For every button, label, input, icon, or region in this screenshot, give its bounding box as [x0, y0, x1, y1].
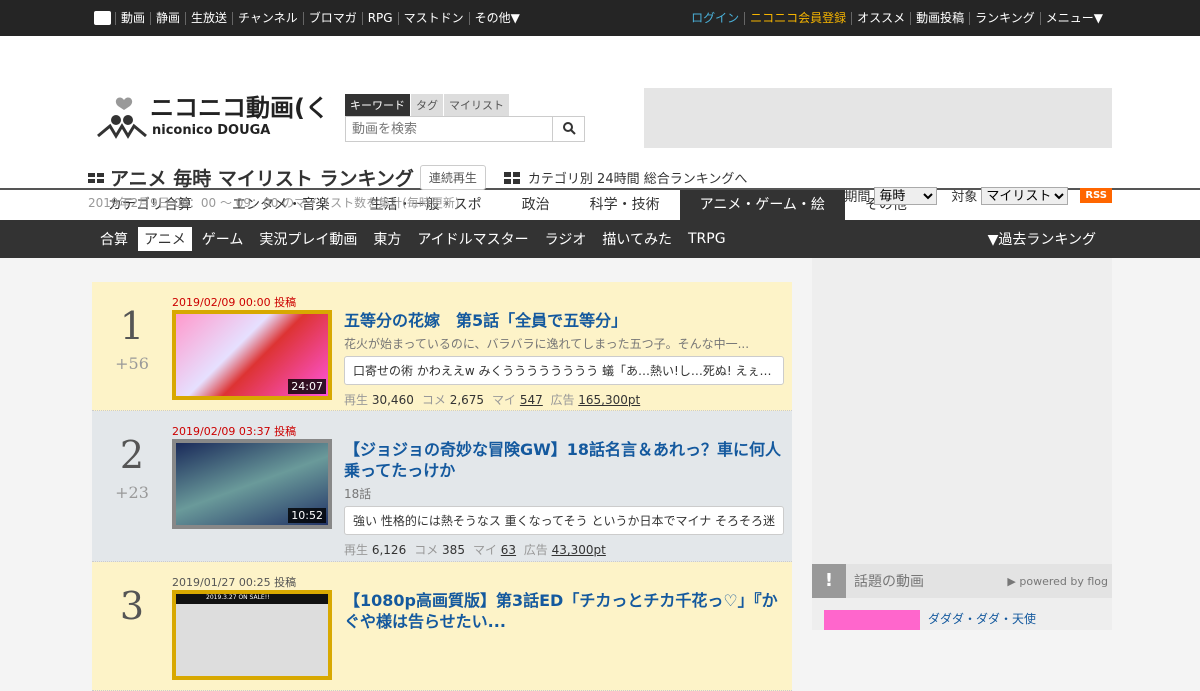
range-text: 08：00 ～ 09：00 のマイリスト数を集計(毎時更新)	[169, 196, 460, 210]
rank-number: 2	[119, 433, 145, 477]
rank-delta: +56	[115, 354, 149, 373]
ranking-item: 2 +23 2019/02/09 03:37 投稿 10:52 【ジョジョの奇妙…	[92, 411, 792, 562]
nav-channel[interactable]: チャンネル	[232, 11, 303, 25]
niconico-logo[interactable]: ニコニコ動画(く) niconico DOUGA	[96, 92, 340, 140]
video-thumbnail[interactable]: 2019.3.27 ON SALE!!	[172, 590, 332, 680]
target-select[interactable]: マイリスト	[981, 186, 1069, 205]
niconico-tv-icon[interactable]	[94, 11, 111, 25]
mylist-count-link[interactable]: 547	[520, 393, 543, 407]
trending-thumbnail[interactable]	[824, 610, 920, 630]
nav-mastodon[interactable]: マストドン	[397, 11, 469, 25]
trending-title: 話題の動画	[854, 574, 924, 590]
trending-videos-header: ! 話題の動画 ▶ powered by flog	[812, 564, 1112, 598]
category-ranking-link[interactable]: カテゴリ別 24時間 総合ランキングへ	[528, 168, 747, 187]
subnav-all[interactable]: 合算	[94, 227, 134, 251]
continuous-play-button[interactable]: 連続再生	[419, 165, 486, 190]
posted-date: 2019/02/09 00:00 投稿	[172, 296, 297, 309]
nav-live[interactable]: 生放送	[185, 11, 232, 25]
video-title[interactable]: 五等分の花嫁 第5話「全員で五等分」	[344, 310, 784, 331]
nav-seiga[interactable]: 静画	[150, 11, 185, 25]
nav-other[interactable]: その他▼	[468, 11, 525, 25]
search-icon	[562, 121, 576, 135]
target-label: 対象	[951, 190, 978, 205]
tab-science[interactable]: 科学・技術	[570, 190, 680, 220]
latest-comments: 強い 性格的には熱そうなス 重くなってそう というか日本でマイナ そろそろ迷	[344, 506, 784, 535]
search-tab-keyword[interactable]: キーワード	[345, 94, 410, 116]
top-bar: 動画 静画 生放送 チャンネル ブロマガ RPG マストドン その他▼ ログイン…	[0, 0, 1200, 36]
svg-text:niconico DOUGA: niconico DOUGA	[152, 123, 270, 138]
video-stats: 再生 6,126 コメ 385 マイ 63 広告 43,300pt	[344, 543, 606, 557]
duration: 10:52	[288, 508, 326, 523]
ad-banner	[644, 88, 1112, 148]
search-tab-mylist[interactable]: マイリスト	[444, 94, 509, 116]
video-thumbnail[interactable]: 10:52	[172, 439, 332, 529]
login-link[interactable]: ログイン	[686, 11, 744, 25]
latest-comments: 口寄せの術 かわええw みくうううううううう 蟻「あ…熱い!し…死ぬ! えぇ…	[344, 356, 784, 385]
nav-rpg[interactable]: RPG	[361, 11, 398, 25]
nav-recommend[interactable]: オススメ	[851, 11, 910, 25]
trending-item[interactable]: ダダダ・ダダ・天使	[824, 610, 1036, 630]
search-tab-tag[interactable]: タグ	[411, 94, 443, 116]
subnav-radio[interactable]: ラジオ	[539, 227, 593, 251]
ranking-list-icon	[88, 172, 104, 183]
powered-by-flog-link[interactable]: ▶ powered by flog	[1007, 575, 1108, 588]
exclamation-icon: !	[812, 564, 846, 598]
search-area: キーワード タグ マイリスト	[345, 94, 585, 142]
posted-date: 2019/02/09 03:37 投稿	[172, 425, 297, 438]
nav-douga[interactable]: 動画	[115, 11, 150, 25]
ad-points-link[interactable]: 165,300pt	[578, 393, 640, 407]
video-description: 18話	[344, 487, 372, 501]
sub-category-nav: 合算 アニメ ゲーム 実況プレイ動画 東方 アイドルマスター ラジオ 描いてみた…	[0, 220, 1200, 258]
subnav-touhou[interactable]: 東方	[367, 227, 407, 251]
subnav-imas[interactable]: アイドルマスター	[411, 227, 534, 251]
video-title[interactable]: 【ジョジョの奇妙な冒険GW】18話名言＆あれっ？車に何人乗ってたっけか	[344, 439, 784, 481]
register-link[interactable]: ニコニコ会員登録	[744, 11, 851, 25]
period-select[interactable]: 毎時	[874, 186, 938, 205]
nav-ranking[interactable]: ランキング	[969, 11, 1040, 25]
search-button[interactable]	[552, 117, 584, 141]
mylist-count-link[interactable]: 63	[501, 543, 516, 557]
date-link[interactable]: 2019年2月9日	[88, 196, 170, 210]
grid-icon	[503, 171, 520, 184]
duration: 24:07	[288, 379, 326, 394]
rank-number: 3	[119, 584, 145, 628]
rank-delta: +23	[115, 483, 149, 502]
rank-number: 1	[119, 304, 145, 348]
nav-upload[interactable]: 動画投稿	[910, 11, 969, 25]
video-description: 花火が始まっているのに、バラバラに逸れてしまった五つ子。そんな中一...	[344, 337, 750, 351]
header: ニコニコ動画(く) niconico DOUGA キーワード タグ マイリスト …	[0, 36, 1200, 210]
period-label: 期間	[844, 190, 871, 205]
thumbnail-text: 2019.3.27 ON SALE!!	[206, 594, 270, 601]
video-stats: 再生 30,460 コメ 2,675 マイ 547 広告 165,300pt	[344, 393, 641, 407]
search-input[interactable]	[346, 117, 552, 141]
video-thumbnail[interactable]: 24:07	[172, 310, 332, 400]
subnav-drawing[interactable]: 描いてみた	[596, 227, 678, 251]
posted-date: 2019/01/27 00:25 投稿	[172, 576, 297, 589]
tab-anime-game[interactable]: アニメ・ゲーム・絵	[679, 190, 845, 220]
subnav-anime[interactable]: アニメ	[138, 227, 192, 251]
ranking-item: 1 +56 2019/02/09 00:00 投稿 24:07 五等分の花嫁 第…	[92, 282, 792, 411]
subnav-lets-play[interactable]: 実況プレイ動画	[253, 227, 363, 251]
svg-text:ニコニコ動画(く): ニコニコ動画(く)	[150, 94, 331, 122]
page-title: アニメ 毎時 マイリスト ランキング	[110, 168, 414, 190]
rss-button[interactable]: RSS	[1080, 188, 1112, 203]
subnav-trpg[interactable]: TRPG	[682, 229, 732, 249]
trending-item-title[interactable]: ダダダ・ダダ・天使	[928, 610, 1036, 630]
nav-blomaga[interactable]: ブロマガ	[302, 11, 362, 25]
ranking-item: 3 2019/01/27 00:25 投稿 2019.3.27 ON SALE!…	[92, 562, 792, 691]
nav-menu[interactable]: メニュー▼	[1039, 11, 1108, 25]
subnav-game[interactable]: ゲーム	[196, 227, 250, 251]
past-ranking-link[interactable]: ▼過去ランキング	[982, 227, 1102, 251]
tab-politics[interactable]: 政治	[502, 190, 570, 220]
ad-points-link[interactable]: 43,300pt	[552, 543, 606, 557]
video-title[interactable]: 【1080p高画質版】第3話ED「チカっとチカ千花っ♡」『かぐや様は告らせたい.…	[344, 590, 784, 632]
